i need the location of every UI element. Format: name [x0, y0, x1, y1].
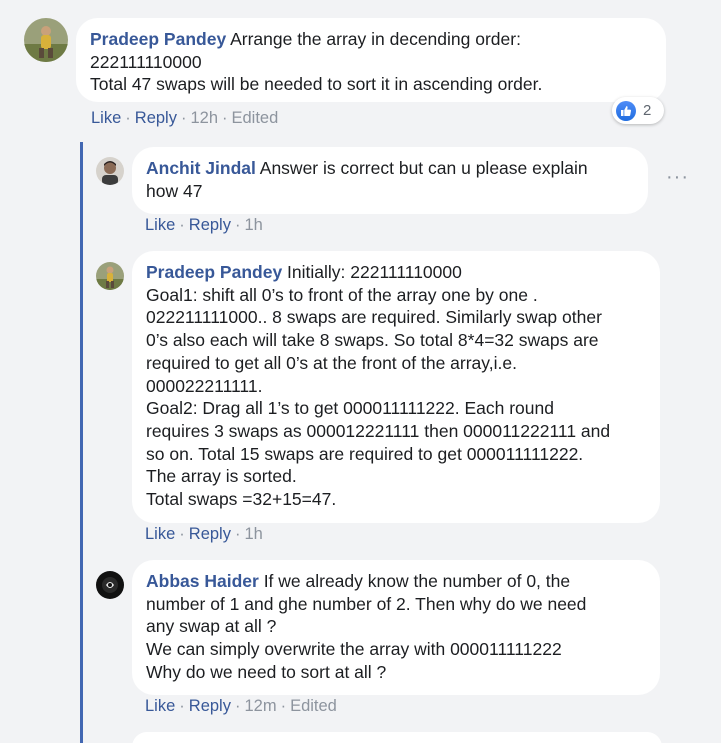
avatar[interactable] — [24, 18, 68, 62]
next-comment-bubble — [132, 732, 662, 743]
comment-text-line: Goal2: Drag all 1’s to get 000011111222.… — [146, 398, 554, 419]
comment-text-line: Total 47 swaps will be needed to sort it… — [90, 74, 543, 95]
avatar[interactable] — [96, 157, 124, 185]
comment-author[interactable]: Anchit Jindal — [146, 158, 256, 178]
comment-bubble: Anchit Jindal Answer is correct but can … — [132, 147, 648, 214]
separator-dot: · — [180, 109, 187, 127]
reply-thread-line — [80, 142, 83, 743]
comment-text-line: The array is sorted. — [146, 466, 297, 487]
comment-author[interactable]: Pradeep Pandey — [146, 262, 282, 282]
comment-text-line: 022211111000.. 8 swaps are required. Sim… — [146, 307, 602, 328]
edited-label[interactable]: Edited — [290, 697, 337, 715]
separator-dot: · — [179, 697, 185, 715]
avatar-photo-icon — [24, 18, 68, 62]
comment-text-line: 222111110000 — [90, 51, 202, 72]
reply-link[interactable]: Reply — [135, 109, 177, 127]
comment-text-line: Arrange the array in decending order: — [230, 29, 521, 49]
reply-link[interactable]: Reply — [189, 697, 231, 715]
edited-label[interactable]: Edited — [232, 109, 279, 127]
comment-actions: Like · Reply · 1h — [145, 525, 263, 544]
comment-text-line: Answer is correct but can u please expla… — [259, 158, 588, 178]
avatar[interactable] — [96, 571, 124, 599]
comment-bubble: Pradeep Pandey Initially: 222111110000 G… — [132, 251, 660, 523]
comment-text-line: how 47 — [146, 180, 203, 201]
avatar[interactable] — [96, 262, 124, 290]
separator-dot: · — [234, 525, 241, 543]
comment-author[interactable]: Pradeep Pandey — [90, 29, 226, 49]
comment-text-line: 0’s also each will take 8 swaps. So tota… — [146, 330, 599, 351]
separator-dot: · — [280, 697, 287, 715]
comment-text-line: required to get all 0’s at the front of … — [146, 352, 517, 373]
comment-text-line: Initially: 222111110000 — [287, 262, 462, 282]
comment-actions: Like · Reply · 12m · Edited — [145, 697, 337, 716]
comment-bubble: Abbas Haider If we already know the numb… — [132, 560, 660, 695]
more-options-icon[interactable]: ··· — [666, 167, 689, 187]
reply-link[interactable]: Reply — [189, 525, 231, 543]
timestamp-link[interactable]: 1h — [244, 525, 262, 543]
like-link[interactable]: Like — [145, 525, 175, 543]
like-link[interactable]: Like — [91, 109, 121, 127]
like-link[interactable]: Like — [145, 216, 175, 234]
comment-actions: Like · Reply · 12h · Edited — [91, 109, 278, 128]
comment-bubble: Pradeep Pandey Arrange the array in dece… — [76, 18, 666, 102]
separator-dot: · — [179, 216, 185, 234]
comment-actions: Like · Reply · 1h — [145, 216, 263, 235]
reaction-summary[interactable]: 2 — [612, 97, 664, 124]
comment-author[interactable]: Abbas Haider — [146, 571, 259, 591]
avatar-photo-icon — [96, 262, 124, 290]
previous-comment-actions-stub: · · — [88, 0, 198, 7]
comment-text-line: Goal1: shift all 0’s to front of the arr… — [146, 284, 538, 305]
reply-link[interactable]: Reply — [189, 216, 231, 234]
comment-thread: · · Pradeep Pandey Arrange the array in … — [0, 0, 721, 743]
comment-text-line: so on. Total 15 swaps are required to ge… — [146, 443, 584, 464]
comment-text-line: Total swaps =32+15=47. — [146, 489, 337, 510]
comment-text-line: requires 3 swaps as 000012221111 then 00… — [146, 420, 611, 441]
timestamp-link[interactable]: 12m — [244, 697, 276, 715]
reaction-count: 2 — [643, 102, 652, 119]
timestamp-link[interactable]: 12h — [190, 109, 218, 127]
like-link[interactable]: Like — [145, 697, 175, 715]
comment-text-line: If we already know the number of 0, the — [263, 571, 571, 591]
avatar-photo-icon — [96, 157, 124, 185]
avatar-photo-icon — [96, 571, 124, 599]
comment-text-line: We can simply overwrite the array with 0… — [146, 639, 562, 660]
separator-dot: · — [125, 109, 131, 127]
separator-dot: · — [234, 216, 241, 234]
comment-text-line: number of 1 and ghe number of 2. Then wh… — [146, 593, 587, 614]
separator-dot: · — [234, 697, 241, 715]
comment-text-line: Why do we need to sort at all ? — [146, 661, 387, 682]
separator-dot: · — [179, 525, 185, 543]
separator-dot: · — [222, 109, 228, 127]
comment-text-line: any swap at all ? — [146, 616, 277, 637]
timestamp-link[interactable]: 1h — [244, 216, 262, 234]
comment-text-line: 000022211111. — [146, 375, 263, 396]
like-thumb-icon — [616, 100, 636, 121]
